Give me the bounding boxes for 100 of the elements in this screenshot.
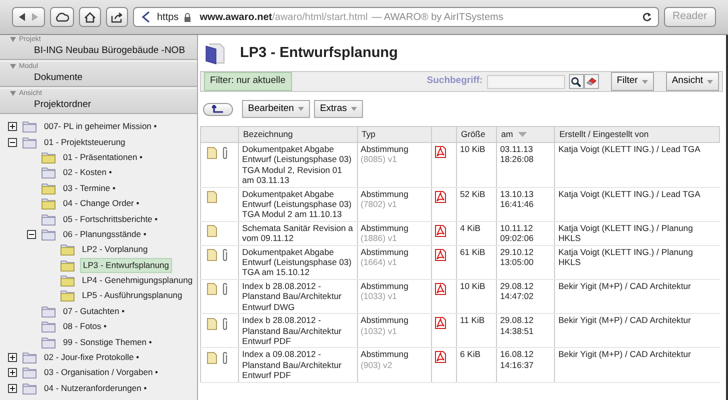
column-header[interactable]: Typ [357, 126, 432, 142]
document-name[interactable]: Schemata Sanitär Revision a vom 09.11.12 [238, 221, 358, 246]
document-icon [206, 225, 216, 238]
folder-icon [41, 166, 56, 180]
tree-item[interactable]: LP2 - Vorplanung [80, 243, 150, 256]
document-icon [206, 249, 216, 262]
pdf-icon[interactable] [434, 317, 446, 330]
date-text: 29.08.12 [500, 315, 535, 326]
file-size: 61 KiB [456, 245, 497, 280]
document-type: Abstimmung [360, 349, 410, 360]
tree-item[interactable]: 03 - Organisation / Vorgaben • [42, 366, 160, 380]
tree-item[interactable]: 02 - Kosten • [61, 166, 114, 180]
column-header[interactable]: am [496, 126, 555, 142]
pdf-icon[interactable] [434, 146, 446, 158]
document-type: Abstimmung [360, 144, 410, 154]
edit-dropdown[interactable]: Bearbeiten [242, 100, 310, 118]
tree-item[interactable]: 007- PL in geheimer Mission • [42, 120, 159, 134]
file-size: 4 KiB [456, 221, 497, 246]
version-number: (1032) v1 [360, 326, 398, 336]
document-icon [206, 283, 216, 296]
file-size: 11 KiB [456, 314, 497, 348]
triangle-icon[interactable] [10, 64, 16, 69]
extras-dropdown[interactable]: Extras [314, 100, 363, 118]
document-name[interactable]: Dokumentpaket Abgabe Entwurf (Leistungsphase 03) TGA Modul 2 am 11.10.13 [238, 187, 358, 222]
tree-item[interactable]: 06 - Planungsstände • [61, 228, 148, 241]
tree-item[interactable]: 04 - Change Order • [61, 197, 142, 210]
tree-item[interactable]: 99 - Sonstige Themen • [61, 336, 154, 349]
cloud-button[interactable] [50, 7, 74, 27]
folder-icon [41, 212, 56, 226]
author-text: Katja Voigt (KLETT ING.) / Lead TGA [554, 142, 720, 188]
expand-icon[interactable] [8, 384, 17, 393]
document-folder-icon [41, 150, 56, 164]
lock-icon [184, 12, 191, 22]
triangle-icon[interactable] [10, 37, 16, 42]
pdf-icon[interactable] [434, 224, 446, 237]
author-text: Bekir Yigit (M+P) / CAD Architektur [554, 279, 720, 314]
folder-icon [41, 228, 56, 241]
author-text: Katja Voigt (KLETT ING.) / Planung HKLS [554, 221, 720, 246]
tree-item[interactable]: 04 - Nutzeranforderungen • [42, 382, 149, 395]
column-header[interactable]: Erstellt / Eingestellt von [554, 126, 720, 142]
tree-item[interactable]: 02 - Jour-fixe Protokolle • [42, 351, 142, 364]
filter-tag: Filter: nur aktuelle [204, 72, 292, 91]
folder-icon [22, 382, 37, 395]
expand-icon[interactable] [8, 122, 17, 132]
folder-icon [22, 120, 37, 134]
tree-item[interactable]: 03 - Termine • [61, 182, 118, 195]
document-name[interactable]: Dokumentpaket Abgabe Entwurf (Leistungsphase 03) TGA Modul 2, Revision 01 am 03.11.13 [238, 142, 358, 188]
pdf-icon[interactable] [434, 248, 446, 261]
triangle-icon[interactable] [10, 91, 16, 96]
document-icon [206, 318, 216, 330]
column-header[interactable]: Bezeichnung [238, 126, 358, 142]
document-type: Abstimmung [360, 188, 410, 200]
tree-item[interactable]: 08 - Fotos • [61, 320, 109, 334]
search-button[interactable] [568, 74, 584, 89]
back-forward-button[interactable] [12, 7, 45, 27]
author-text: Bekir Yigit (M+P) / CAD Architektur [554, 314, 720, 348]
tree-item[interactable]: 01 - Präsentationen • [61, 150, 145, 164]
document-name[interactable]: Index a 09.08.2012 - Planstand Bau/Architektur Entwurf PDF [238, 348, 358, 382]
pdf-icon[interactable] [434, 351, 446, 364]
site-icon [140, 11, 152, 23]
document-name[interactable]: Dokumentpaket Abgabe Entwurf (Leistungsphase 03) TGA am 15.10.12 [238, 245, 358, 280]
date-text: 16.08.12 [500, 349, 535, 360]
collapse-icon[interactable] [27, 230, 36, 239]
document-type: Abstimmung [360, 222, 410, 234]
version-number: (1033) v1 [360, 291, 398, 302]
document-name[interactable]: Index b 28.08.2012 - Planstand Bau/Architektur Entwurf PDF [238, 314, 358, 348]
collapse-icon[interactable] [8, 138, 17, 147]
tree-item[interactable]: LP4 - Genehmigungsplanung [80, 274, 195, 288]
address-bar[interactable]: https www.awaro.net/awaro/html/start.html — AWARO® by AirITSystems [133, 7, 659, 27]
expand-icon[interactable] [8, 353, 17, 362]
pdf-icon[interactable] [434, 190, 446, 203]
url-scheme: https [157, 10, 179, 24]
share-button[interactable] [106, 7, 128, 27]
tree-item[interactable]: 07 - Gutachten • [61, 304, 127, 318]
share-icon [111, 12, 123, 22]
reload-icon[interactable] [642, 12, 652, 22]
search-field[interactable] [486, 74, 565, 88]
tree-item[interactable]: 05 - Fortschrittsberichte • [61, 212, 160, 226]
home-button[interactable] [79, 7, 101, 27]
view-dropdown[interactable]: Ansicht [666, 72, 719, 91]
column-header[interactable]: Größe [456, 126, 497, 142]
clear-button[interactable] [584, 74, 599, 89]
pdf-icon[interactable] [434, 282, 446, 295]
page-url: www.awaro.net/awaro/html/start.html [200, 10, 368, 24]
section-value: Projektordner [33, 98, 92, 111]
section-value: Dokumente [33, 71, 84, 84]
file-size: 10 KiB [456, 142, 497, 188]
up-arrow-icon [212, 105, 224, 113]
expand-icon[interactable] [8, 368, 17, 378]
caret-icon [298, 107, 304, 111]
cloud-icon [55, 12, 69, 22]
tree-item[interactable]: LP3 - Entwurfsplanung [80, 258, 172, 273]
version-number: (7802) v1 [360, 199, 398, 210]
document-icon [206, 146, 216, 158]
up-button[interactable] [203, 102, 233, 116]
tree-item[interactable]: LP5 - Ausführungsplanung [80, 289, 184, 302]
document-name[interactable]: Index b 28.08.2012 - Planstand Bau/Architektur Entwurf DWG [238, 279, 358, 314]
tree-item[interactable]: 01 - Projektsteuerung [42, 136, 128, 149]
back-icon[interactable] [17, 12, 27, 22]
filter-dropdown[interactable]: Filter [610, 72, 654, 91]
